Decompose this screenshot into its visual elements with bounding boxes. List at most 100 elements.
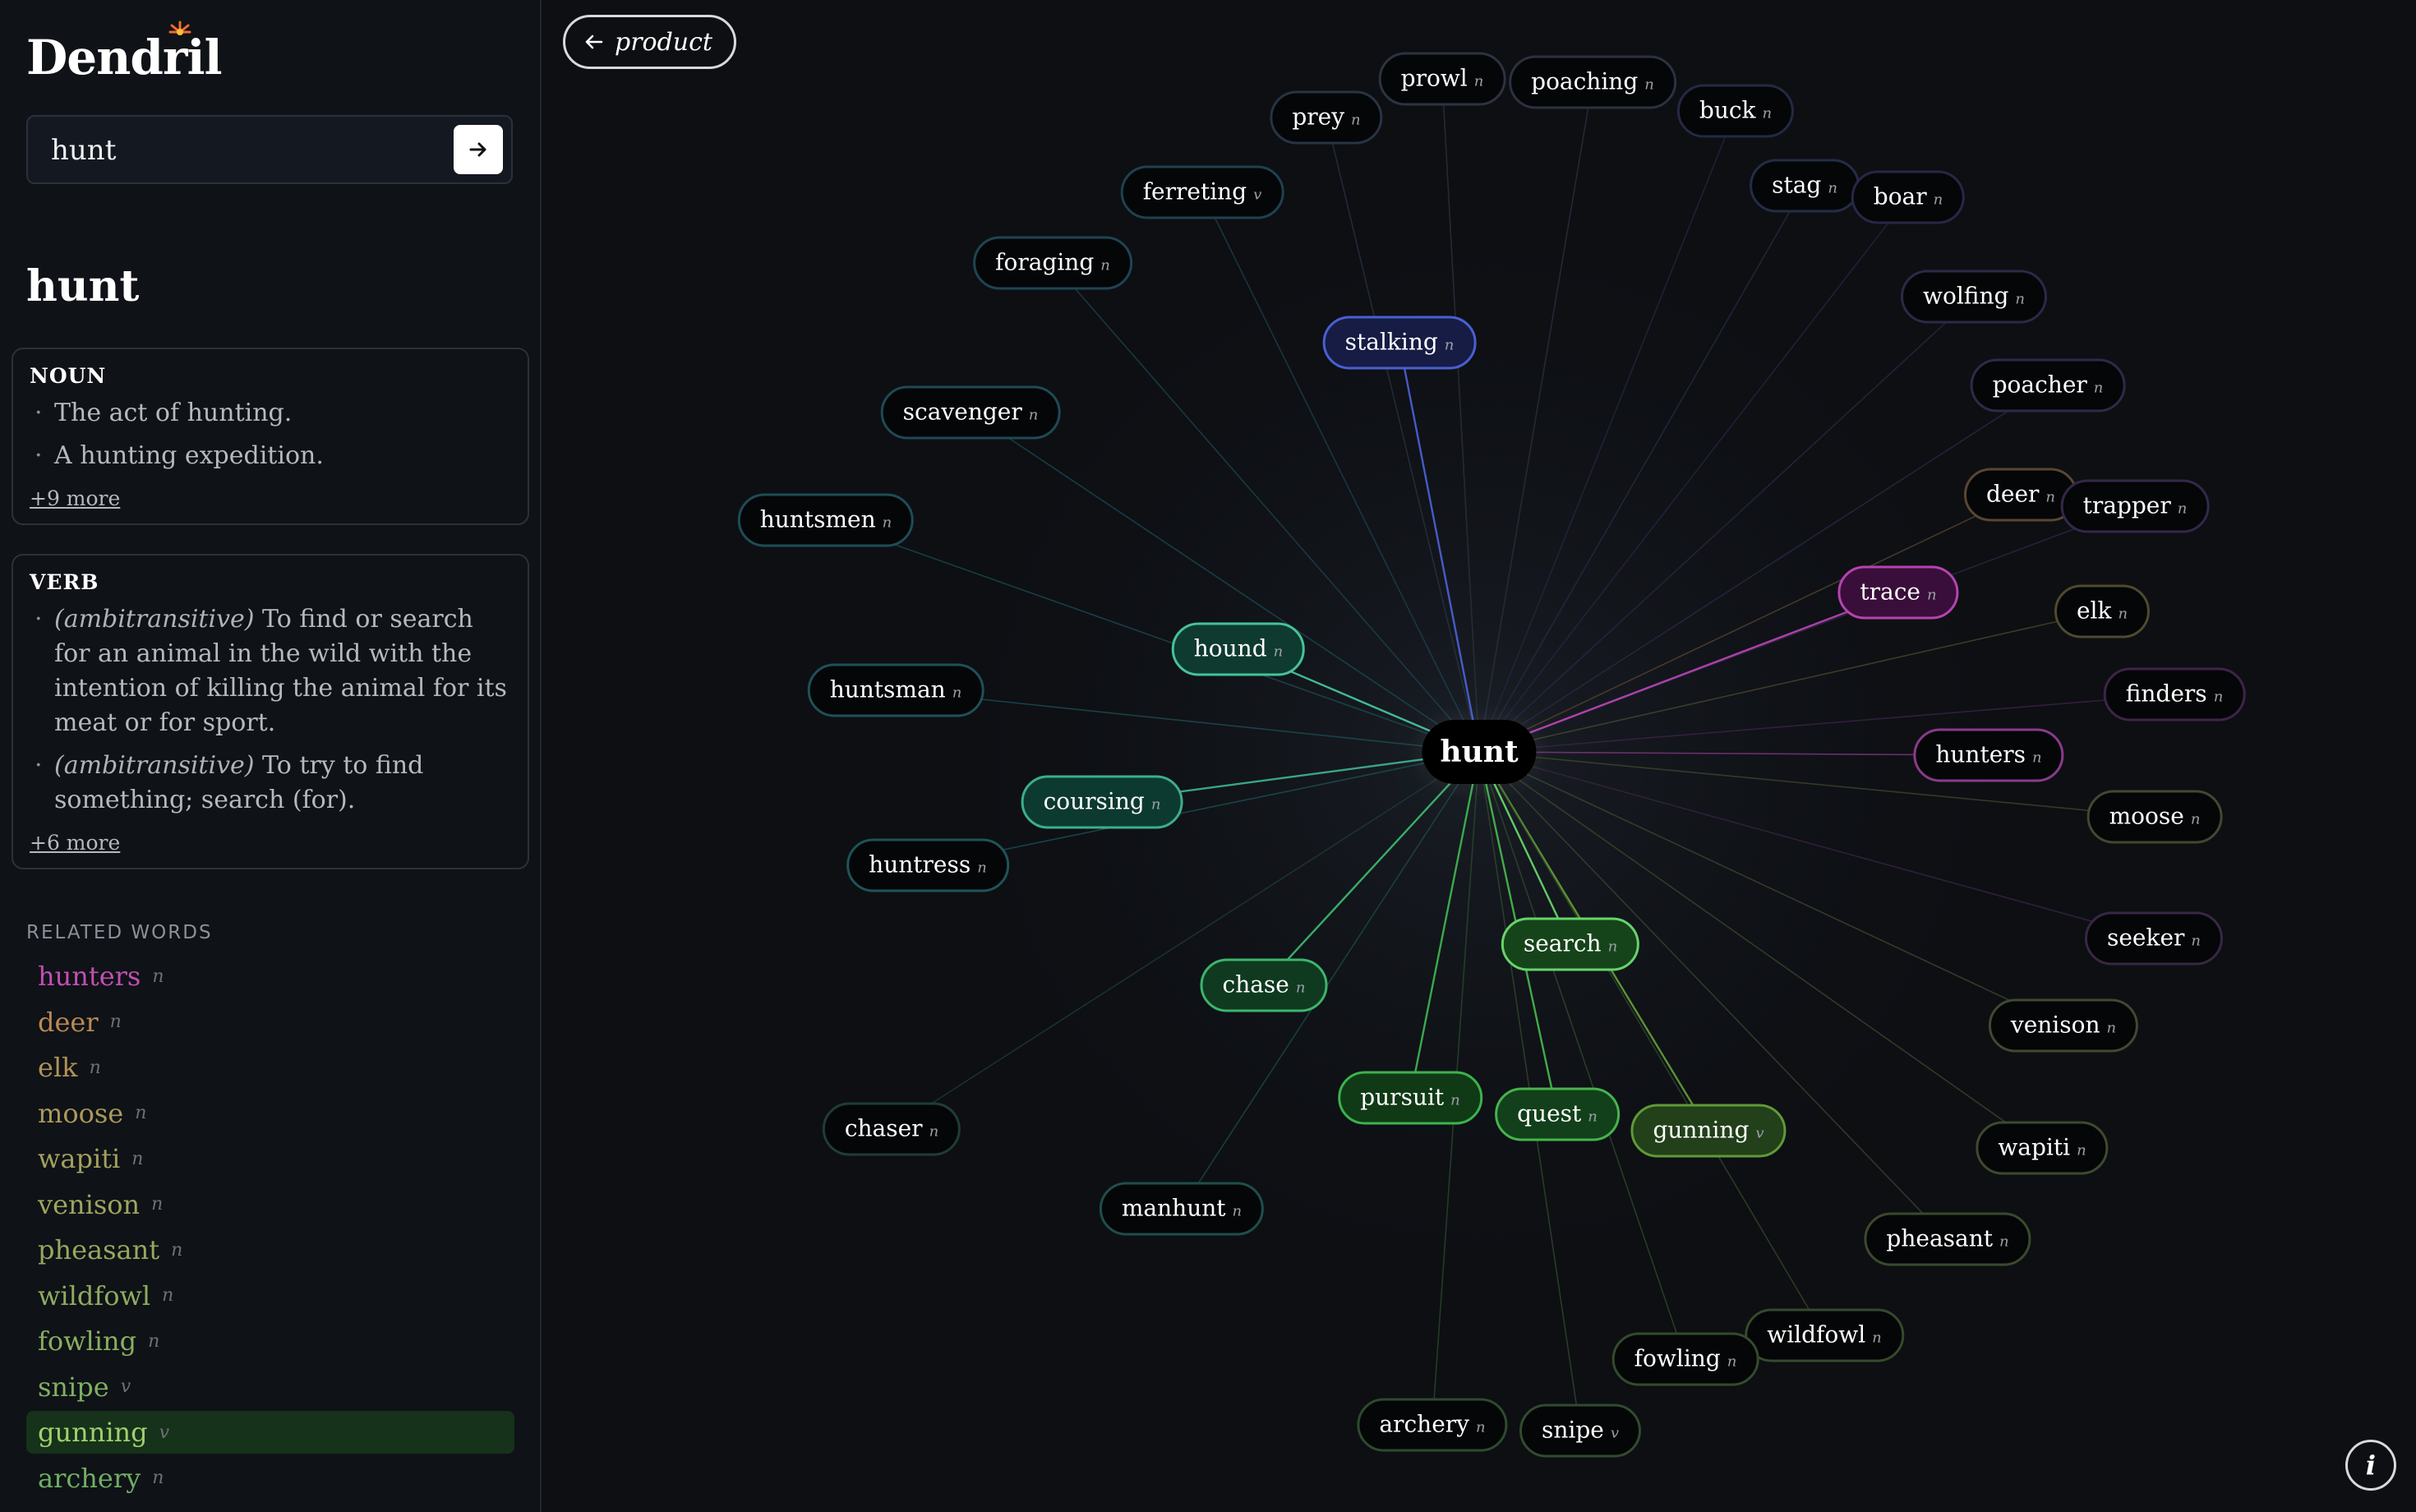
part-of-speech: n: [152, 1468, 164, 1488]
search-box: [26, 115, 513, 184]
graph-node[interactable]: venison n: [1988, 998, 2139, 1053]
graph-node[interactable]: stalking n: [1322, 316, 1477, 370]
search-input[interactable]: [49, 131, 447, 169]
part-of-speech: n: [2077, 1141, 2086, 1159]
pos-label: NOUN: [30, 364, 107, 388]
graph-node[interactable]: pheasant n: [1864, 1212, 2031, 1266]
word-graph: prowl n poaching n prey n buck n ferreting v stag n…: [541, 0, 2416, 1512]
related-word-item[interactable]: pheasant n: [26, 1228, 514, 1271]
back-button-label: product: [615, 27, 712, 57]
sidebar: Dendril hunt NOUN · The act of hunting. …: [0, 0, 542, 1512]
graph-node[interactable]: deer n: [1963, 468, 2078, 522]
graph-node[interactable]: stag n: [1750, 159, 1860, 213]
graph-node[interactable]: foraging n: [973, 236, 1132, 290]
graph-node[interactable]: fowling n: [1611, 1332, 1759, 1386]
more-senses-link[interactable]: +6 more: [30, 831, 120, 855]
definition-item: · (ambitransitive) To find or search for…: [30, 602, 511, 740]
related-word-item[interactable]: deer n: [26, 1001, 514, 1044]
graph-node[interactable]: prowl n: [1378, 52, 1506, 106]
graph-node-label: finders: [2125, 680, 2207, 708]
search-submit-button[interactable]: [454, 125, 503, 174]
related-word-item[interactable]: elk n: [26, 1046, 514, 1089]
part-of-speech: v: [159, 1422, 170, 1443]
related-word: archery: [38, 1462, 141, 1494]
graph-node[interactable]: ferreting v: [1120, 165, 1284, 219]
graph-node[interactable]: buck n: [1676, 84, 1795, 138]
graph-node-label: huntsmen: [759, 505, 876, 533]
graph-node-label: deer: [1985, 480, 2040, 508]
graph-node[interactable]: seeker n: [2084, 911, 2224, 966]
related-word-item[interactable]: wildfowl n: [26, 1275, 514, 1317]
graph-node[interactable]: poaching n: [1509, 55, 1676, 109]
graph-node[interactable]: scavenger n: [880, 385, 1061, 440]
related-word-item[interactable]: snipe v: [26, 1366, 514, 1408]
graph-node[interactable]: huntsmen n: [737, 493, 915, 547]
graph-node-label: huntress: [869, 850, 971, 878]
part-of-speech: n: [882, 514, 892, 532]
part-of-speech: n: [977, 859, 987, 877]
part-of-speech: n: [151, 1194, 164, 1215]
related-word-item[interactable]: hunters n: [26, 955, 514, 998]
part-of-speech: n: [131, 1148, 144, 1169]
related-word-item[interactable]: venison n: [26, 1183, 514, 1226]
part-of-speech: n: [1727, 1353, 1737, 1371]
related-word-item[interactable]: wapiti n: [26, 1137, 514, 1180]
graph-node[interactable]: poacher n: [1970, 358, 2126, 413]
arrow-right-icon: [469, 142, 486, 157]
graph-node[interactable]: pursuit n: [1338, 1071, 1482, 1125]
back-button[interactable]: product: [563, 15, 736, 69]
graph-node[interactable]: gunning v: [1630, 1104, 1787, 1158]
info-button[interactable]: i: [2345, 1440, 2396, 1491]
graph-node[interactable]: prey n: [1270, 90, 1383, 145]
graph-node-label: venison: [2010, 1011, 2100, 1039]
graph-node[interactable]: manhunt n: [1099, 1182, 1265, 1236]
graph-node[interactable]: quest n: [1495, 1087, 1620, 1141]
part-of-speech: n: [929, 1122, 939, 1141]
graph-node[interactable]: archery n: [1357, 1398, 1508, 1452]
related-word-item[interactable]: fowling n: [26, 1320, 514, 1362]
related-word-item[interactable]: moose n: [26, 1092, 514, 1135]
graph-node[interactable]: huntress n: [846, 838, 1009, 892]
more-senses-link[interactable]: +9 more: [30, 486, 120, 510]
graph-node[interactable]: coursing n: [1021, 775, 1183, 829]
graph-node[interactable]: hunters n: [1913, 728, 2064, 782]
graph-node[interactable]: moose n: [2086, 790, 2223, 844]
part-of-speech: n: [2032, 749, 2042, 767]
graph-node-label: ferreting: [1142, 177, 1247, 205]
graph-node[interactable]: elk n: [2054, 584, 2151, 638]
graph-node[interactable]: wildfowl n: [1745, 1308, 1904, 1362]
related-word: pheasant: [38, 1234, 160, 1265]
related-word-item[interactable]: archery n: [26, 1457, 514, 1500]
part-of-speech: n: [1828, 179, 1837, 197]
graph-node-label: wolfing: [1922, 282, 2009, 310]
graph-node-label: poacher: [1992, 371, 2087, 399]
graph-node-label: trace: [1860, 578, 1920, 606]
graph-node[interactable]: trace n: [1837, 565, 1959, 620]
graph-node[interactable]: search n: [1501, 917, 1640, 971]
definition-item: · The act of hunting.: [30, 396, 511, 431]
related-word: elk: [38, 1052, 78, 1083]
part-of-speech: n: [2191, 932, 2202, 950]
graph-node[interactable]: trapper n: [2060, 479, 2210, 533]
part-of-speech: n: [162, 1285, 174, 1306]
part-of-speech: n: [1444, 336, 1455, 354]
graph-node[interactable]: wapiti n: [1976, 1121, 2109, 1175]
related-word-item[interactable]: gunning v: [26, 1411, 514, 1454]
graph-node[interactable]: chaser n: [822, 1102, 961, 1156]
part-of-speech: n: [952, 684, 962, 702]
graph-node[interactable]: hound n: [1171, 622, 1306, 676]
graph-node[interactable]: wolfing n: [1900, 270, 2048, 324]
related-word: fowling: [38, 1325, 137, 1357]
part-of-speech: n: [2093, 379, 2104, 397]
graph-node-label: coursing: [1043, 787, 1145, 815]
graph-node[interactable]: chase n: [1200, 958, 1328, 1012]
graph-node-label: snipe: [1541, 1416, 1604, 1444]
bullet: ·: [35, 441, 43, 470]
graph-node[interactable]: boar n: [1851, 170, 1966, 224]
graph-node[interactable]: snipe v: [1519, 1404, 1642, 1458]
graph-node[interactable]: finders n: [2103, 667, 2246, 721]
graph-node[interactable]: huntsman n: [807, 663, 984, 717]
part-of-speech: n: [1028, 406, 1039, 424]
part-of-speech: n: [2015, 290, 2026, 308]
graph-center-node[interactable]: hunt: [1422, 720, 1537, 784]
